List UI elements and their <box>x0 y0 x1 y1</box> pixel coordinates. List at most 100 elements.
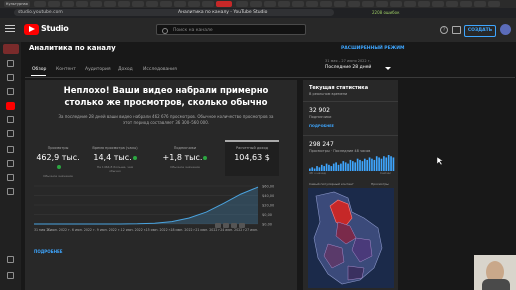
sidebar-item-customization[interactable] <box>7 174 14 181</box>
browser-tab[interactable] <box>446 1 458 7</box>
metric-label: Время просмотра (часы) <box>92 146 138 150</box>
browser-tab[interactable] <box>306 1 318 7</box>
avatar[interactable] <box>500 24 511 35</box>
browser-tab[interactable] <box>348 1 360 7</box>
browser-tab[interactable] <box>264 1 276 7</box>
browser-tab[interactable]: Культурная <box>4 1 30 7</box>
sidebar-item-audio-library[interactable] <box>7 188 14 195</box>
chart-x-tick-label: 15 июн. 2022 г. <box>146 228 172 232</box>
browser-tab[interactable] <box>390 1 402 7</box>
metric-value-row: 14,4 тыс. <box>92 153 138 162</box>
chart-x-tick-label: 24 июн. 2022 г. <box>220 228 246 232</box>
metric-value: +1,8 тыс. <box>162 153 203 162</box>
browser-tab[interactable] <box>118 1 130 7</box>
check-icon <box>56 164 61 169</box>
browser-tab[interactable] <box>320 1 332 7</box>
sidebar-item-copyright[interactable] <box>7 146 14 153</box>
realtime-bar <box>380 158 383 171</box>
page-title: Аналитика по каналу <box>29 44 116 52</box>
sidebar-item-dashboard[interactable] <box>7 60 14 67</box>
browser-tab[interactable] <box>160 1 172 7</box>
period-select[interactable]: Последние 28 дней <box>325 65 371 70</box>
realtime-bar <box>342 161 345 171</box>
browser-tab[interactable] <box>460 1 472 7</box>
tab-content[interactable]: Контент <box>56 67 76 72</box>
sidebar-item-monetization[interactable] <box>7 160 14 167</box>
tab-revenue[interactable]: Доход <box>118 67 133 72</box>
browser-tab[interactable] <box>488 1 500 7</box>
browser-tab[interactable] <box>292 1 304 7</box>
tab-overview[interactable]: Обзор <box>32 67 46 72</box>
chart-x-tick-label: 18 июн. 2022 г. <box>170 228 196 232</box>
realtime-bar <box>387 155 390 171</box>
shoulders <box>482 279 510 290</box>
tab-research[interactable]: Исследования <box>143 67 177 72</box>
download-badge[interactable]: 2208 ошибок <box>372 10 400 15</box>
geo-map[interactable] <box>308 188 394 288</box>
chevron-down-icon[interactable] <box>385 67 391 70</box>
tab-audience[interactable]: Аудитория <box>85 67 111 72</box>
url-field[interactable]: studio.youtube.com <box>14 9 334 16</box>
browser-tab[interactable] <box>418 1 430 7</box>
browser-tab[interactable] <box>362 1 374 7</box>
more-link[interactable]: ПОДРОБНЕЕ <box>34 249 63 254</box>
realtime-bar <box>328 164 330 171</box>
realtime-subscribers: 32 902 <box>309 107 330 114</box>
browser-tab[interactable] <box>34 1 46 7</box>
sidebar-item-analytics[interactable] <box>6 102 15 110</box>
metric-revenue[interactable]: Расчетный доход 104,63 $ <box>225 140 279 176</box>
sidebar-item-subtitles[interactable] <box>7 130 14 137</box>
sidebar-item-feedback[interactable] <box>7 272 14 279</box>
browser-tab[interactable] <box>188 1 200 7</box>
sidebar-item-content[interactable] <box>7 74 14 81</box>
sidebar-item-playlists[interactable] <box>7 88 14 95</box>
metric-views[interactable]: Просмотры 462,9 тыс. Обычное значение <box>35 142 81 178</box>
browser-tab[interactable] <box>404 1 416 7</box>
metric-subscribers[interactable]: Подписчики +1,8 тыс. Обычное значение <box>162 142 208 176</box>
search-icon[interactable] <box>162 28 168 34</box>
chart-marker-icon[interactable] <box>223 223 229 228</box>
channel-avatar[interactable] <box>3 44 19 54</box>
browser-tab[interactable] <box>132 1 144 7</box>
browser-tab[interactable] <box>62 1 74 7</box>
metric-watch-time[interactable]: Время просмотра (часы) 14,4 тыс. На 1464… <box>92 142 138 176</box>
metric-value: 14,4 тыс. <box>93 153 132 162</box>
realtime-bar <box>356 158 359 171</box>
chart-y-tick-label: $0,00 <box>262 213 272 217</box>
message-icon[interactable] <box>452 26 461 34</box>
browser-tab[interactable] <box>202 1 214 7</box>
chart-marker-icon[interactable] <box>239 223 245 228</box>
realtime-bar <box>330 166 333 171</box>
browser-tab[interactable] <box>474 1 486 7</box>
metric-note: На 1464,8 больше, чем обычно <box>96 165 134 173</box>
browser-tab-active[interactable] <box>216 1 232 7</box>
browser-tab[interactable] <box>250 1 262 7</box>
chart-marker-icon[interactable] <box>215 223 221 228</box>
browser-tab[interactable] <box>76 1 88 7</box>
browser-tab[interactable] <box>90 1 102 7</box>
realtime-bar <box>366 159 368 171</box>
browser-tab[interactable] <box>432 1 444 7</box>
browser-tab[interactable] <box>146 1 158 7</box>
metric-value: 462,9 тыс. <box>36 153 80 162</box>
browser-tab[interactable] <box>236 1 248 7</box>
sidebar-item-comments[interactable] <box>7 116 14 123</box>
browser-tab[interactable] <box>278 1 290 7</box>
create-button[interactable]: СОЗДАТЬ <box>464 25 496 37</box>
check-icon <box>132 155 137 160</box>
browser-tab[interactable] <box>376 1 388 7</box>
metric-value-row: +1,8 тыс. <box>162 153 208 162</box>
browser-tab[interactable] <box>104 1 116 7</box>
advanced-mode-button[interactable]: РАСШИРЕННЫЙ РЕЖИМ <box>341 46 404 51</box>
menu-icon[interactable] <box>5 25 15 32</box>
chart-marker-icon[interactable] <box>231 223 237 228</box>
help-icon[interactable]: ? <box>440 26 448 34</box>
browser-tab[interactable] <box>48 1 60 7</box>
realtime-bar <box>337 164 340 171</box>
browser-tab[interactable] <box>174 1 186 7</box>
chart-y-tick-label: $40,00 <box>262 194 274 198</box>
sidebar-item-settings[interactable] <box>7 256 14 263</box>
search-input[interactable]: Поиск на канале <box>156 24 306 35</box>
browser-tab[interactable] <box>334 1 346 7</box>
realtime-more-link[interactable]: ПОДРОБНЕЕ <box>309 124 334 128</box>
